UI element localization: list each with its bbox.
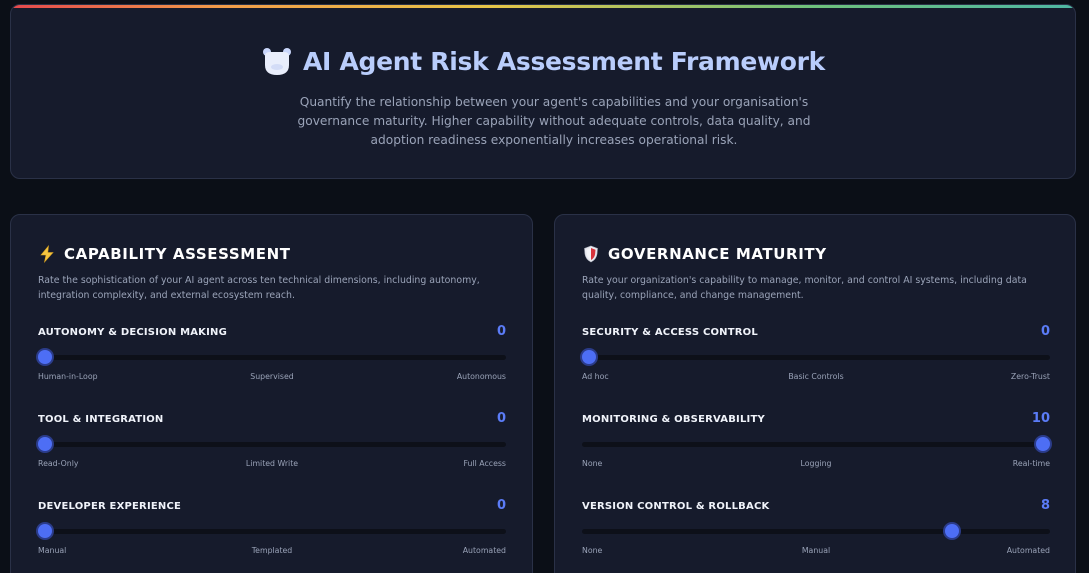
tick-label-max: Real-time — [1012, 459, 1050, 468]
slider-value: 10 — [1031, 411, 1050, 426]
slider-thumb[interactable] — [38, 350, 52, 364]
tick-label-max: Full Access — [463, 459, 506, 468]
slider-track[interactable] — [582, 350, 1050, 364]
slider-label: VERSION CONTROL & ROLLBACK — [582, 501, 770, 512]
slider-thumb[interactable] — [582, 350, 596, 364]
tick-label-mid: Templated — [251, 546, 293, 555]
capability-title-row: CAPABILITY ASSESSMENT — [38, 245, 291, 264]
slider-thumb[interactable] — [1036, 437, 1050, 451]
governance-title: GOVERNANCE MATURITY — [608, 245, 827, 263]
title-row: AI Agent Risk Assessment Framework — [11, 45, 1075, 77]
slider-track[interactable] — [582, 437, 1050, 451]
slider-version-control: VERSION CONTROL & ROLLBACK 8 None Manual… — [582, 498, 1050, 561]
slider-track[interactable] — [38, 350, 506, 364]
slider-value: 8 — [1040, 498, 1050, 513]
tick-label-max: Autonomous — [456, 372, 506, 381]
tick-label-max: Zero-Trust — [1010, 372, 1050, 381]
tick-label-min: None — [582, 546, 603, 555]
capability-description: Rate the sophistication of your AI agent… — [38, 275, 480, 301]
slider-value: 0 — [496, 498, 506, 513]
tick-label-min: Read-Only — [38, 459, 79, 468]
slider-track[interactable] — [38, 524, 506, 538]
tick-label-mid: Logging — [800, 459, 832, 468]
slider-label: MONITORING & OBSERVABILITY — [582, 414, 765, 425]
slider-label: AUTONOMY & DECISION MAKING — [38, 327, 228, 338]
tick-label-mid: Supervised — [250, 372, 294, 381]
tick-label-max: Automated — [462, 546, 506, 555]
governance-panel: GOVERNANCE MATURITY Rate your organizati… — [554, 214, 1076, 573]
shield-icon — [582, 245, 600, 263]
slider-tool-integration: TOOL & INTEGRATION 0 Read-Only Limited W… — [38, 411, 506, 474]
tick-label-min: Manual — [38, 546, 67, 555]
page-title: AI Agent Risk Assessment Framework — [302, 46, 826, 76]
slider-track[interactable] — [38, 437, 506, 451]
slider-value: 0 — [1040, 324, 1050, 339]
slider-value: 0 — [496, 411, 506, 426]
tick-label-mid: Basic Controls — [788, 372, 844, 381]
page: AI Agent Risk Assessment Framework Quant… — [0, 0, 1089, 573]
tick-label-mid: Manual — [801, 546, 831, 555]
slider-developer-experience: DEVELOPER EXPERIENCE 0 Manual Templated … — [38, 498, 506, 561]
slider-value: 0 — [496, 324, 506, 339]
accent-bar — [11, 5, 1075, 8]
header-card: AI Agent Risk Assessment Framework Quant… — [10, 4, 1076, 179]
slider-label: SECURITY & ACCESS CONTROL — [582, 327, 758, 338]
governance-description: Rate your organization's capability to m… — [582, 275, 1027, 301]
slider-label: DEVELOPER EXPERIENCE — [38, 501, 182, 512]
slider-autonomy: AUTONOMY & DECISION MAKING 0 Human-in-Lo… — [38, 324, 506, 387]
page-subtitle: Quantify the relationship between your a… — [297, 95, 811, 147]
slider-thumb[interactable] — [38, 524, 52, 538]
slider-thumb[interactable] — [945, 524, 960, 538]
governance-title-row: GOVERNANCE MATURITY — [582, 245, 827, 263]
tick-label-min: None — [582, 459, 603, 468]
tick-label-mid: Limited Write — [245, 459, 299, 468]
lightning-icon — [38, 245, 56, 264]
slider-monitoring: MONITORING & OBSERVABILITY 10 None Loggi… — [582, 411, 1050, 474]
tick-label-min: Ad hoc — [582, 372, 609, 381]
capability-panel: CAPABILITY ASSESSMENT Rate the sophistic… — [10, 214, 533, 573]
tick-label-max: Automated — [1006, 546, 1050, 555]
slider-label: TOOL & INTEGRATION — [38, 414, 164, 425]
slider-track[interactable] — [582, 524, 1050, 538]
robot-icon — [261, 45, 293, 77]
tick-label-min: Human-in-Loop — [38, 372, 98, 381]
slider-thumb[interactable] — [38, 437, 52, 451]
slider-security-access: SECURITY & ACCESS CONTROL 0 Ad hoc Basic… — [582, 324, 1050, 387]
capability-title: CAPABILITY ASSESSMENT — [64, 245, 291, 263]
